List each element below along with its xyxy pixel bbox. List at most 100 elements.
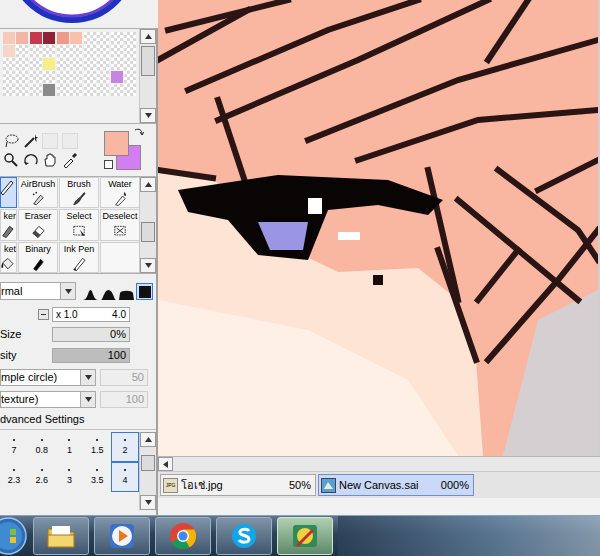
tool-button[interactable]: Binary [18, 242, 58, 273]
brush-shape-button[interactable] [136, 283, 153, 300]
tool-button[interactable] [100, 242, 140, 273]
vertical-scrollbar[interactable] [139, 432, 156, 510]
color-swatch[interactable] [43, 84, 55, 96]
empty-swatch[interactable] [43, 71, 55, 83]
tool-button[interactable]: AirBrush [18, 177, 58, 208]
taskbar-app[interactable] [94, 517, 150, 555]
magic-wand-tool[interactable] [22, 132, 40, 150]
empty-swatch[interactable] [111, 84, 123, 96]
empty-swatch[interactable] [124, 84, 136, 96]
empty-swatch[interactable] [111, 58, 123, 70]
color-swatch[interactable] [16, 32, 28, 44]
hand-tool[interactable] [41, 151, 59, 169]
empty-tool[interactable] [41, 132, 59, 150]
horizontal-scrollbar[interactable] [158, 456, 600, 471]
tool-button[interactable]: Select [59, 209, 99, 240]
brush-size-cell[interactable]: 7 [0, 432, 28, 462]
empty-swatch[interactable] [84, 84, 96, 96]
color-swatch[interactable] [43, 32, 55, 44]
empty-swatch[interactable] [97, 84, 109, 96]
empty-swatch[interactable] [70, 71, 82, 83]
document-tab[interactable]: New Canvas.sai000% [318, 474, 474, 496]
color-swatch[interactable] [70, 32, 82, 44]
empty-swatch[interactable] [30, 71, 42, 83]
brush-size-cell[interactable]: 1.5 [83, 432, 111, 462]
scroll-down-button[interactable] [140, 108, 156, 123]
tool-button[interactable]: Deselect [100, 209, 140, 240]
tool-button[interactable]: Water [100, 177, 140, 208]
scroll-left-button[interactable] [158, 457, 173, 471]
brush-size-cell[interactable]: 3 [56, 462, 84, 492]
empty-swatch[interactable] [84, 32, 96, 44]
brush-shape-button[interactable] [100, 283, 117, 300]
empty-swatch[interactable] [57, 84, 69, 96]
scroll-up-button[interactable] [140, 177, 156, 192]
density-slider[interactable]: 100 [52, 348, 130, 363]
zoom-tool[interactable] [2, 151, 20, 169]
scroll-down-button[interactable] [140, 495, 156, 510]
min-size-slider[interactable]: 0% [52, 327, 130, 342]
brush-shape-button[interactable] [82, 283, 99, 300]
empty-swatch[interactable] [16, 58, 28, 70]
empty-swatch[interactable] [124, 71, 136, 83]
color-swatch[interactable] [3, 45, 15, 57]
empty-swatch[interactable] [84, 71, 96, 83]
empty-swatch[interactable] [3, 58, 15, 70]
color-swatch[interactable] [111, 71, 123, 83]
color-swatch[interactable] [57, 32, 69, 44]
size-lock-button[interactable] [38, 309, 49, 320]
brush-shape-value[interactable]: 50 [100, 369, 148, 386]
scroll-thumb[interactable] [141, 222, 155, 242]
reset-colors-icon[interactable] [104, 160, 113, 169]
empty-swatch[interactable] [124, 58, 136, 70]
empty-swatch[interactable] [16, 71, 28, 83]
brush-texture-dropdown[interactable]: texture) [0, 391, 96, 408]
empty-swatch[interactable] [30, 58, 42, 70]
brush-size-cell[interactable]: 2.3 [0, 462, 28, 492]
empty-swatch[interactable] [97, 58, 109, 70]
tool-button[interactable]: Ink Pen [59, 242, 99, 273]
scroll-down-button[interactable] [140, 258, 156, 273]
canvas-artwork[interactable] [158, 0, 598, 456]
empty-swatch[interactable] [97, 45, 109, 57]
taskbar-app[interactable] [33, 517, 89, 555]
empty-swatch[interactable] [97, 71, 109, 83]
brush-size-cell[interactable]: 2 [111, 432, 139, 462]
document-tab[interactable]: JPGโอเช่.jpg50% [160, 474, 316, 496]
rotate-tool[interactable] [22, 151, 40, 169]
empty-swatch[interactable] [111, 32, 123, 44]
brush-size-cell[interactable]: 3.5 [83, 462, 111, 492]
color-wheel-icon[interactable] [0, 0, 158, 28]
empty-swatch[interactable] [3, 71, 15, 83]
empty-swatch[interactable] [57, 45, 69, 57]
empty-swatch[interactable] [84, 58, 96, 70]
brush-size-cell[interactable]: 0.8 [28, 432, 56, 462]
empty-swatch[interactable] [43, 45, 55, 57]
brush-shape-dropdown[interactable]: mple circle) [0, 369, 96, 386]
color-swatch[interactable] [43, 58, 55, 70]
color-swatch[interactable] [3, 32, 15, 44]
empty-swatch[interactable] [84, 45, 96, 57]
empty-swatch[interactable] [16, 45, 28, 57]
empty-swatch[interactable] [30, 45, 42, 57]
scroll-up-button[interactable] [140, 432, 156, 447]
brush-shape-button[interactable] [118, 283, 135, 300]
empty-swatch[interactable] [16, 84, 28, 96]
empty-swatch[interactable] [124, 45, 136, 57]
empty-swatch[interactable] [30, 84, 42, 96]
empty-swatch[interactable] [70, 84, 82, 96]
brush-size-cell[interactable]: 2.6 [28, 462, 56, 492]
color-swatch[interactable] [30, 32, 42, 44]
size-field[interactable]: x 1.04.0 [52, 307, 130, 322]
empty-swatch[interactable] [111, 45, 123, 57]
brush-size-cell[interactable]: 4 [111, 462, 139, 492]
start-button[interactable] [0, 516, 28, 556]
tool-button[interactable] [0, 177, 17, 208]
tool-button[interactable]: Eraser [18, 209, 58, 240]
brush-size-cell[interactable]: 1 [56, 432, 84, 462]
scroll-thumb[interactable] [141, 455, 155, 471]
lasso-tool[interactable] [2, 132, 20, 150]
swap-colors-icon[interactable] [134, 127, 144, 137]
eyedropper-tool[interactable] [61, 151, 79, 169]
tool-button[interactable]: Brush [59, 177, 99, 208]
